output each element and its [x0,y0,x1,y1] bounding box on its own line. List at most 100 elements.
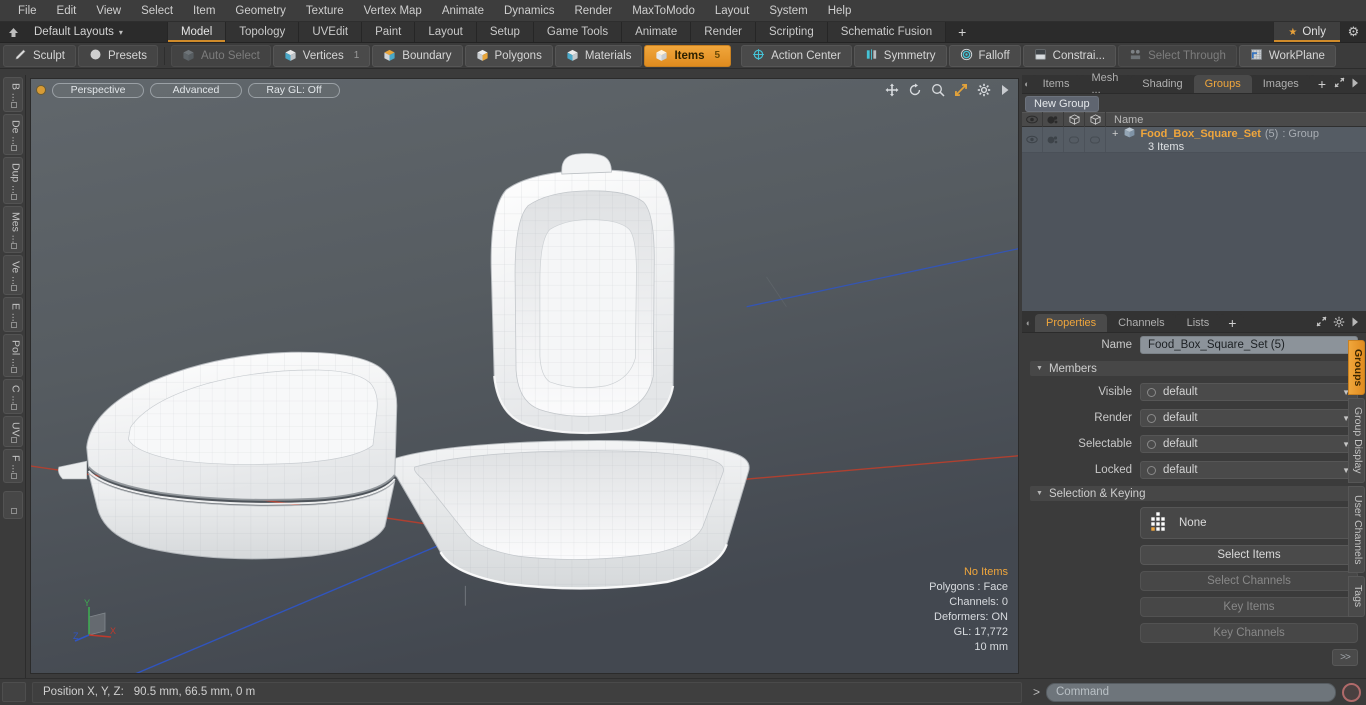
command-input[interactable]: Command [1046,682,1336,702]
menu-item-item[interactable]: Item [183,0,225,22]
expand-panel-icon[interactable] [1334,77,1345,91]
left-tab-uv[interactable]: UV [2,415,23,447]
tab-channels[interactable]: Channels [1107,314,1176,332]
rotate-icon[interactable] [908,83,922,97]
gear-icon[interactable] [977,83,991,97]
workplane-button[interactable]: WorkPlane [1238,44,1336,67]
row-lock-toggle[interactable] [1085,127,1106,152]
menu-item-geometry[interactable]: Geometry [225,0,296,22]
axis-gizmo[interactable]: Y X Z [73,595,129,651]
row-visible-toggle[interactable] [1022,127,1043,152]
select-items-button[interactable]: Select Items [1140,545,1358,565]
left-tab-extra[interactable] [2,490,23,519]
layout-tab-topology[interactable]: Topology [226,22,300,42]
layout-tab-animate[interactable]: Animate [622,22,692,42]
row-selectable-toggle[interactable] [1064,127,1085,152]
viewport-shading-mode[interactable]: Advanced [150,82,242,98]
menu-item-system[interactable]: System [759,0,817,22]
falloff-button[interactable]: Falloff [948,44,1021,67]
tab-mesh[interactable]: Mesh ... [1080,72,1132,96]
boundary-button[interactable]: Boundary [372,44,463,67]
expand-properties-icon[interactable] [1316,316,1327,330]
left-tab-edge[interactable]: E ... [2,297,23,332]
new-group-button[interactable]: New Group [1025,96,1099,112]
row-expander[interactable]: + [1112,128,1118,140]
members-section-header[interactable]: ▼ Members [1030,361,1358,376]
menu-item-file[interactable]: File [8,0,47,22]
selection-set-field[interactable]: None [1140,507,1358,539]
tab-shading[interactable]: Shading [1131,75,1194,93]
layout-tab-render[interactable]: Render [691,22,756,42]
left-tab-duplicate[interactable]: Dup ... [2,156,23,204]
3d-viewport[interactable]: Perspective Advanced Ray GL: Off No Item… [30,78,1019,674]
play-icon[interactable] [1000,84,1010,96]
materials-button[interactable]: Materials [554,44,643,67]
panel-options-icon[interactable] [1351,78,1360,91]
side-tab-tags[interactable]: Tags [1348,576,1365,617]
left-tab-basic[interactable]: B ... [2,77,23,112]
menu-item-animate[interactable]: Animate [432,0,494,22]
gear-icon[interactable]: ⚙ [1340,22,1366,42]
groups-list-body[interactable]: + Food_Box_Square_Set (5) : Group 3 Item… [1022,127,1366,311]
left-tab-polygon[interactable]: Pol ... [2,333,23,377]
layout-selector[interactable]: Default Layouts ▾ [26,22,131,42]
menu-item-maxtomodo[interactable]: MaxToModo [622,0,705,22]
layout-tab-setup[interactable]: Setup [476,22,534,42]
table-row[interactable]: + Food_Box_Square_Set (5) : Group 3 Item… [1022,127,1366,153]
panel-menu-icon[interactable]: ◐ [1022,75,1032,93]
key-channels-button[interactable]: Key Channels [1140,623,1358,643]
only-toggle-button[interactable]: ★ Only [1273,22,1340,42]
layout-tab-schematic-fusion[interactable]: Schematic Fusion [827,22,947,42]
tab-items[interactable]: Items [1031,75,1081,93]
name-input[interactable]: Food_Box_Square_Set (5) [1140,336,1358,354]
viewport-raygl-toggle[interactable]: Ray GL: Off [248,82,340,98]
tab-properties[interactable]: Properties [1035,314,1108,332]
key-items-button[interactable]: Key Items [1140,597,1358,617]
menu-item-texture[interactable]: Texture [296,0,354,22]
menu-item-view[interactable]: View [86,0,131,22]
properties-menu-icon[interactable]: ◐ [1022,314,1035,332]
record-icon[interactable] [1342,682,1361,702]
visible-dropdown[interactable]: default ▼ [1140,383,1358,401]
menu-item-select[interactable]: Select [131,0,183,22]
resize-icon[interactable] [954,83,968,97]
auto-select-button[interactable]: Auto Select [170,44,271,67]
add-properties-tab-button[interactable]: + [1220,314,1245,332]
layout-tab-layout[interactable]: Layout [415,22,477,42]
left-tab-deform[interactable]: De ... [2,113,23,155]
tab-images[interactable]: Images [1251,75,1310,93]
status-left-button[interactable] [2,682,26,702]
render-dropdown[interactable]: default ▼ [1140,409,1358,427]
viewport-menu-dot-icon[interactable] [37,86,45,94]
menu-item-render[interactable]: Render [564,0,622,22]
left-tab-fusion[interactable]: F ... [2,448,23,483]
side-tab-groups[interactable]: Groups [1348,340,1365,396]
action-center-button[interactable]: Action Center [741,44,852,67]
select-channels-button[interactable]: Select Channels [1140,571,1358,591]
locked-dropdown[interactable]: default ▼ [1140,461,1358,479]
item-outline-icon[interactable] [1085,112,1106,127]
vertices-button[interactable]: Vertices 1 [272,44,371,67]
layout-tab-paint[interactable]: Paint [362,22,416,42]
tab-groups[interactable]: Groups [1193,75,1252,93]
move-icon[interactable] [885,83,899,97]
menu-item-help[interactable]: Help [818,0,862,22]
constraint-button[interactable]: Constrai... [1022,44,1117,67]
presets-button[interactable]: Presets [77,44,158,67]
layout-tab-game-tools[interactable]: Game Tools [533,22,623,42]
menu-item-layout[interactable]: Layout [705,0,760,22]
items-button[interactable]: Items 5 [644,44,732,67]
zoom-icon[interactable] [931,83,945,97]
add-panel-tab-button[interactable]: + [1309,75,1334,93]
left-tab-curve[interactable]: C ... [2,378,23,414]
home-icon[interactable] [0,22,26,42]
selectable-dropdown[interactable]: default ▼ [1140,435,1358,453]
layout-tab-model[interactable]: Model [166,22,227,42]
layout-tab-scripting[interactable]: Scripting [755,22,828,42]
selection-keying-section-header[interactable]: ▼ Selection & Keying [1030,486,1358,501]
viewport-view-mode[interactable]: Perspective [52,82,144,98]
eye-icon[interactable] [1022,112,1043,127]
properties-options-icon[interactable] [1351,317,1360,330]
item-outline-icon[interactable] [1064,112,1085,127]
gear-icon[interactable] [1333,316,1345,331]
